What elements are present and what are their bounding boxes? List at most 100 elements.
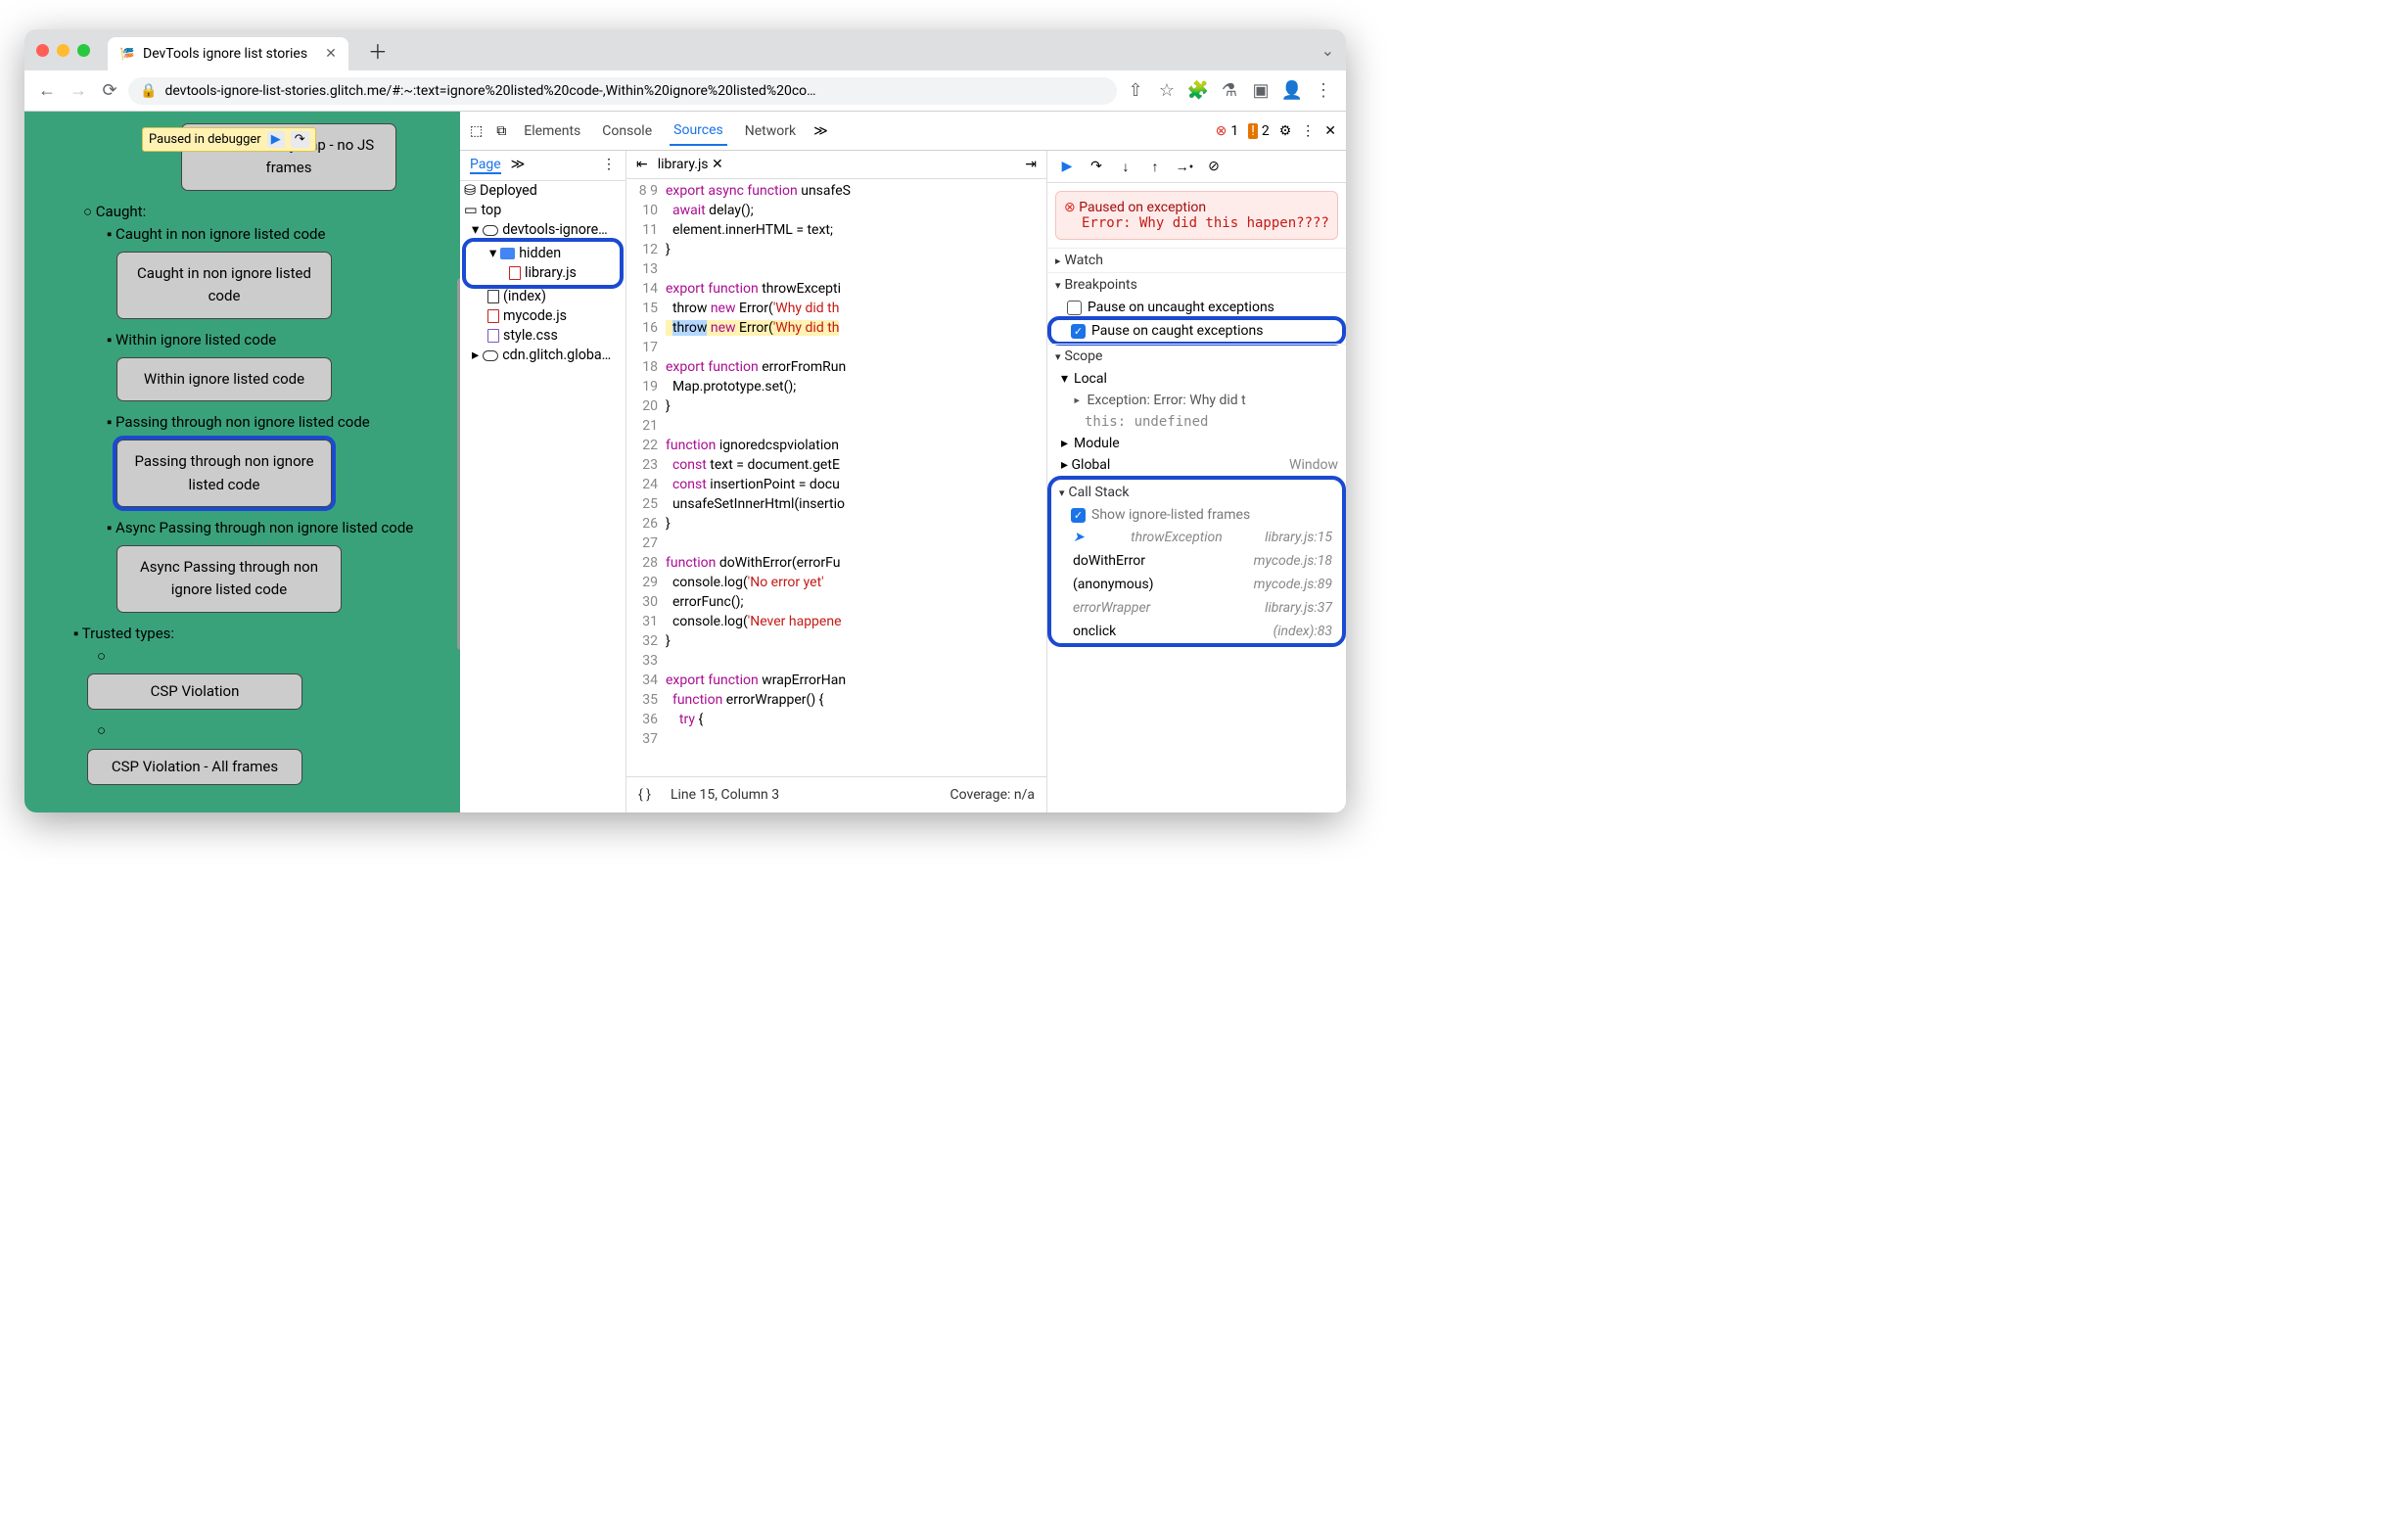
tabgroup-icon[interactable]: ▣: [1248, 78, 1273, 104]
toggle-sidebar-icon[interactable]: ⇥: [1025, 157, 1037, 172]
devtools: ⬚ ⧉ Elements Console Sources Network ≫ ⊗…: [460, 112, 1346, 812]
labs-icon[interactable]: ⚗: [1217, 78, 1242, 104]
errors-badge[interactable]: ⊗1: [1216, 123, 1239, 139]
file-tree-item[interactable]: ▸cdn.glitch.globa…: [460, 346, 625, 365]
url-box[interactable]: 🔒 devtools-ignore-list-stories.glitch.me…: [128, 77, 1117, 105]
step-icon[interactable]: ↷: [291, 131, 309, 148]
kebab-icon[interactable]: ⋮: [1301, 123, 1315, 139]
step-into-icon[interactable]: ↓: [1116, 157, 1135, 176]
breakpoints-section[interactable]: Breakpoints: [1047, 273, 1346, 297]
close-tab-icon[interactable]: ✕: [325, 46, 337, 62]
step-icon[interactable]: →•: [1175, 157, 1194, 176]
within-ignore-button[interactable]: Within ignore listed code: [116, 357, 332, 401]
stack-frame[interactable]: ➤throwExceptionlibrary.js:15: [1051, 526, 1342, 549]
reload-button[interactable]: ⟳: [97, 78, 122, 104]
menu-icon[interactable]: ⋮: [1311, 78, 1336, 104]
cloud-icon: [483, 350, 498, 361]
file-tree-item[interactable]: ⛁Deployed: [460, 181, 625, 201]
caught-non-ignore-button[interactable]: Caught in non ignore listed code: [116, 252, 332, 319]
lock-icon: 🔒: [140, 83, 157, 99]
resume-icon[interactable]: ▶: [267, 131, 285, 148]
file-tree-item[interactable]: mycode.js: [460, 306, 625, 326]
back-button[interactable]: ←: [34, 78, 60, 104]
forward-button[interactable]: →: [66, 78, 91, 104]
file-tree-item[interactable]: (index): [460, 287, 625, 306]
watch-section[interactable]: Watch: [1047, 249, 1346, 272]
list-item: Caught in non ignore listed code: [116, 225, 325, 243]
extensions-icon[interactable]: 🧩: [1185, 78, 1211, 104]
show-frames-row[interactable]: ✓Show ignore-listed frames: [1051, 504, 1342, 526]
code-body[interactable]: export async function unsafeS await dela…: [666, 179, 1046, 776]
tab-sources[interactable]: Sources: [670, 116, 727, 146]
files-panel: Page ≫ ⋮ ⛁Deployed ▭top ▾devtools-ignore…: [460, 151, 626, 812]
passing-through-button[interactable]: Passing through non ignore listed code: [116, 440, 332, 507]
editor-panel: ⇤ library.js ✕ ⇥ 8 9 10 11 12 13 14 15 1…: [626, 151, 1047, 812]
favicon-icon: 🎏: [119, 46, 135, 62]
file-tree-item[interactable]: ▾hidden: [468, 244, 618, 263]
file-tree-item[interactable]: style.css: [460, 326, 625, 346]
resume-icon[interactable]: ▶: [1057, 157, 1077, 176]
device-icon[interactable]: ⧉: [496, 123, 506, 139]
trusted-types-heading: Trusted types:: [82, 625, 174, 642]
pretty-print-icon[interactable]: { }: [638, 787, 651, 803]
maximize-window[interactable]: [77, 44, 90, 57]
new-tab-button[interactable]: ＋: [368, 36, 388, 65]
tab-elements[interactable]: Elements: [520, 117, 584, 145]
exception-message: Error: Why did this happen????: [1064, 215, 1329, 231]
profile-icon[interactable]: 👤: [1279, 78, 1305, 104]
scope-exception[interactable]: ▸ Exception: Error: Why did t: [1047, 390, 1346, 411]
bookmark-icon[interactable]: ☆: [1154, 78, 1180, 104]
file-tree-item[interactable]: library.js: [468, 263, 618, 283]
bp-uncaught-row[interactable]: Pause on uncaught exceptions: [1047, 297, 1346, 318]
tab-console[interactable]: Console: [598, 117, 656, 145]
checkbox-icon[interactable]: ✓: [1071, 324, 1086, 339]
tab-network[interactable]: Network: [741, 117, 800, 145]
close-file-icon[interactable]: ✕: [712, 157, 723, 172]
scope-section[interactable]: Scope: [1047, 345, 1346, 368]
stack-frame[interactable]: errorWrapperlibrary.js:37: [1051, 596, 1342, 620]
stack-frame[interactable]: onclick(index):83: [1051, 620, 1342, 643]
coverage-status: Coverage: n/a: [950, 787, 1035, 803]
more-tabs-icon[interactable]: ≫: [813, 123, 828, 139]
scope-this: this: undefined: [1047, 411, 1346, 433]
file-tree-item[interactable]: ▾devtools-ignore…: [460, 220, 625, 240]
share-icon[interactable]: ⇧: [1123, 78, 1148, 104]
settings-icon[interactable]: ⚙: [1279, 123, 1292, 139]
kebab-icon[interactable]: ⋮: [602, 157, 616, 174]
cursor-position: Line 15, Column 3: [671, 787, 779, 803]
toggle-nav-icon[interactable]: ⇤: [636, 157, 648, 172]
deactivate-bp-icon[interactable]: ⊘: [1204, 157, 1224, 176]
close-window[interactable]: [36, 44, 49, 57]
tabs-dropdown-icon[interactable]: ⌄: [1321, 41, 1334, 60]
caught-heading: Caught:: [96, 203, 146, 220]
scope-global[interactable]: ▸ GlobalWindow: [1047, 454, 1346, 476]
scope-local[interactable]: ▾ Local: [1047, 368, 1346, 390]
editor-file-tab[interactable]: library.js ✕: [658, 157, 723, 172]
step-out-icon[interactable]: ↑: [1145, 157, 1165, 176]
scope-module[interactable]: ▸ Module: [1047, 433, 1346, 454]
checkbox-icon[interactable]: ✓: [1071, 508, 1086, 523]
stack-frame[interactable]: doWithErrormycode.js:18: [1051, 549, 1342, 573]
file-tree-item[interactable]: ▭top: [460, 201, 625, 220]
checkbox-icon[interactable]: [1067, 301, 1082, 315]
bp-caught-row[interactable]: ✓Pause on caught exceptions: [1051, 320, 1342, 342]
address-bar: ← → ⟳ 🔒 devtools-ignore-list-stories.gli…: [24, 70, 1346, 112]
csp-violation-all-button[interactable]: CSP Violation - All frames: [87, 749, 302, 785]
page-content: Paused in debugger ▶ ↷ WebAssembly trap …: [24, 112, 460, 812]
csp-violation-button[interactable]: CSP Violation: [87, 673, 302, 710]
warnings-badge[interactable]: !2: [1248, 123, 1269, 139]
stack-frame[interactable]: (anonymous)mycode.js:89: [1051, 573, 1342, 596]
page-subtab[interactable]: Page: [470, 157, 501, 174]
callstack-section-highlight: Call Stack ✓Show ignore-listed frames ➤t…: [1051, 480, 1342, 643]
async-passing-button[interactable]: Async Passing through non ignore listed …: [116, 545, 342, 613]
paused-title: Paused on exception: [1079, 200, 1206, 215]
close-devtools-icon[interactable]: ✕: [1324, 123, 1336, 139]
step-over-icon[interactable]: ↷: [1087, 157, 1106, 176]
page-scrollbar[interactable]: [457, 278, 460, 650]
minimize-window[interactable]: [57, 44, 69, 57]
inspect-icon[interactable]: ⬚: [470, 123, 483, 139]
more-subtabs-icon[interactable]: ≫: [511, 157, 526, 174]
browser-tab[interactable]: 🎏 DevTools ignore list stories ✕: [108, 37, 348, 70]
callstack-section[interactable]: Call Stack: [1051, 481, 1342, 504]
titlebar: 🎏 DevTools ignore list stories ✕ ＋ ⌄: [24, 29, 1346, 70]
